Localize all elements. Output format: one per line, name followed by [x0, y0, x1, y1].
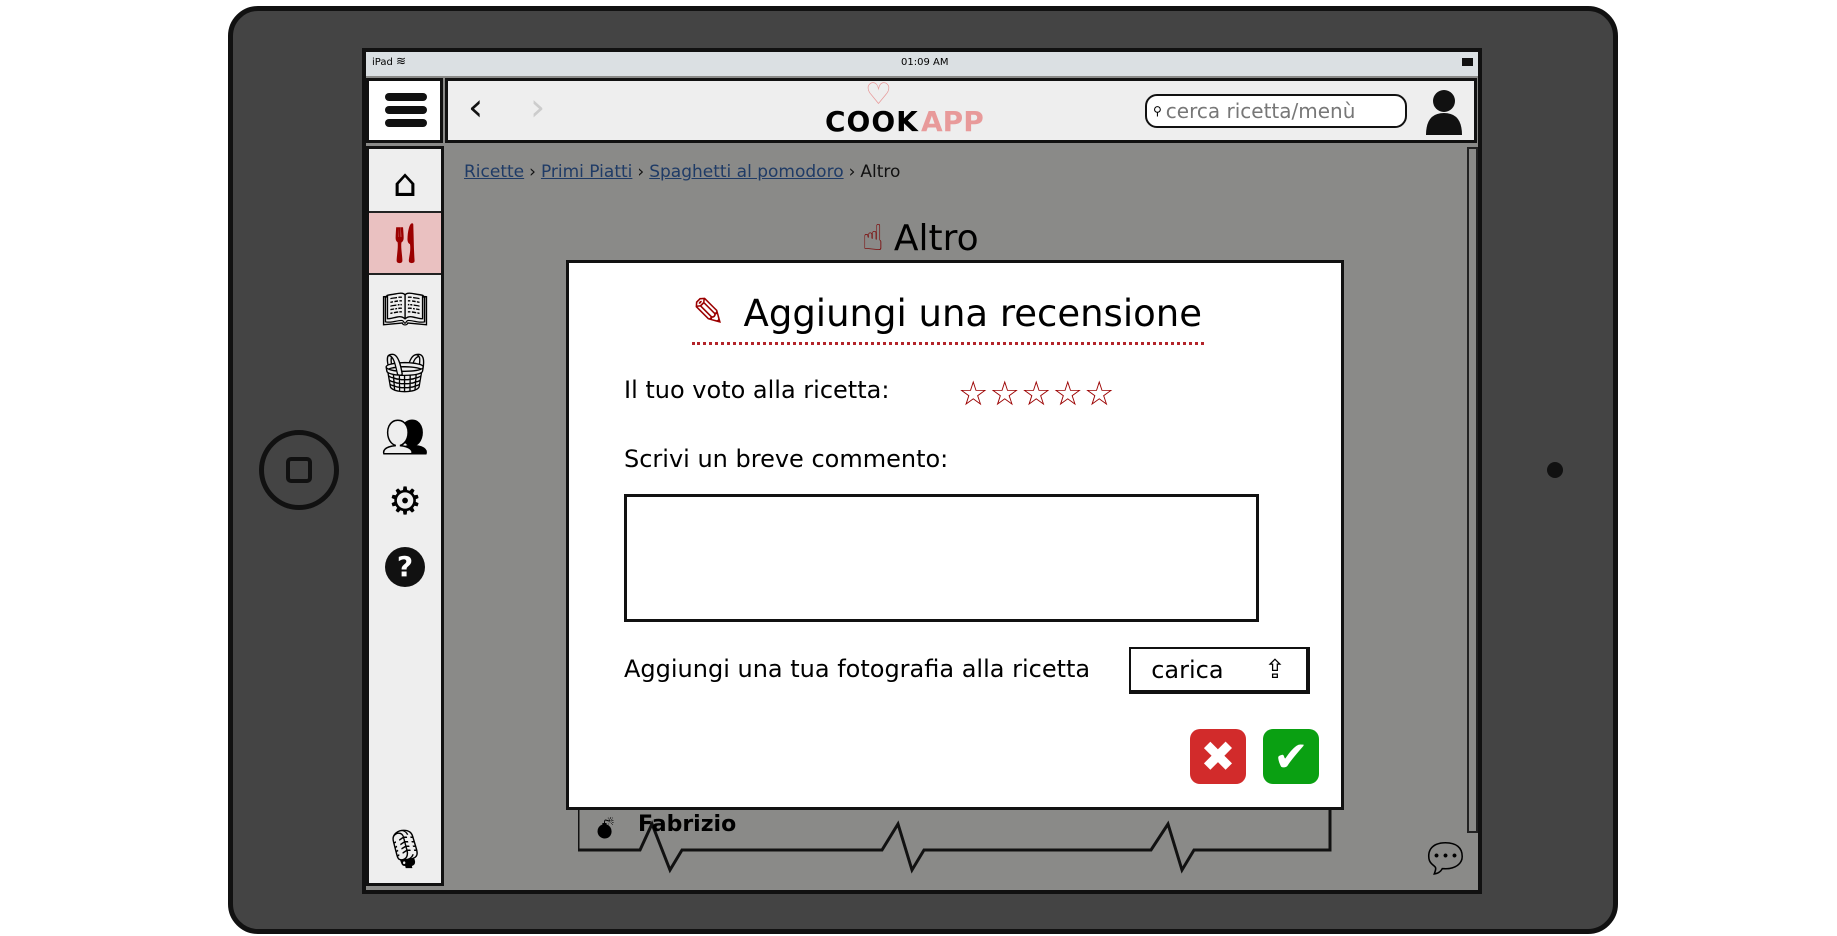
star-icon[interactable]: ☆ [958, 374, 988, 414]
page-title-text: Altro [893, 218, 979, 259]
dialog-title-text: Aggiungi una recensione [743, 291, 1202, 335]
cutlery-icon: 🍴︎ [380, 220, 430, 265]
sidebar-item-voice[interactable]: 🎙︎ [369, 817, 441, 881]
breadcrumb-sep: › [848, 162, 856, 182]
chat-icon[interactable]: 💬︎ [1420, 835, 1471, 882]
wifi-icon: ≋ [396, 54, 407, 68]
sidebar: ⌂ 🍴︎ 📖︎ 🧺︎ 👥︎ ⚙ ? 🎙︎ [366, 146, 444, 886]
breadcrumb-spaghetti[interactable]: Spaghetti al pomodoro [649, 162, 843, 182]
comment-label: Scrivi un breve commento: [624, 445, 949, 473]
close-icon: ✖ [1200, 732, 1236, 781]
hamburger-bar [385, 106, 427, 114]
star-icon[interactable]: ☆ [1084, 374, 1114, 414]
forward-button[interactable]: › [530, 85, 545, 129]
rating-label: Il tuo voto alla ricetta: [624, 376, 890, 404]
breadcrumb-primi-piatti[interactable]: Primi Piatti [541, 162, 632, 182]
group-icon: 👥︎ [380, 414, 430, 459]
breadcrumb-sep: › [637, 162, 645, 182]
sidebar-item-recipes[interactable]: 🍴︎ [369, 211, 441, 275]
logo-text-app: APP [921, 105, 984, 138]
upload-label: carica [1151, 655, 1224, 684]
battery-icon [1462, 58, 1473, 66]
star-icon[interactable]: ☆ [1021, 374, 1051, 414]
page-title: ☝︎ Altro [862, 218, 979, 259]
home-icon: ⌂ [392, 161, 418, 205]
logo-text-cook: COOK [825, 105, 919, 138]
bomb-avatar-icon: 💣︎ [596, 812, 615, 845]
sidebar-item-home[interactable]: ⌂ [369, 151, 441, 215]
star-icon[interactable]: ☆ [1052, 374, 1082, 414]
microphone-icon: 🎙︎ [380, 826, 430, 871]
dialog-title: ✎ Aggiungi una recensione [692, 290, 1212, 336]
check-icon: ✔ [1273, 732, 1309, 781]
breadcrumb-sep: › [529, 162, 536, 182]
top-bar: ‹ › ♡ COOK APP ⚲ cerca ricetta/menù [445, 75, 1477, 143]
sidebar-item-basket[interactable]: 🧺︎ [369, 341, 441, 405]
search-input[interactable]: ⚲ cerca ricetta/menù [1145, 94, 1407, 128]
device-label: iPad [372, 57, 393, 68]
star-icon[interactable]: ☆ [989, 374, 1019, 414]
basket-icon: 🧺︎ [380, 350, 430, 395]
back-button[interactable]: ‹ [468, 85, 483, 129]
edit-icon: ✎ [692, 290, 726, 336]
search-placeholder: cerca ricetta/menù [1165, 99, 1356, 123]
book-icon: 📖︎ [380, 286, 430, 331]
camera-dot [1547, 462, 1563, 478]
menu-button[interactable] [366, 78, 443, 143]
breadcrumb-ricette[interactable]: Ricette [464, 162, 524, 182]
sidebar-item-help[interactable]: ? [369, 535, 441, 599]
comment-author: Fabrizio [638, 812, 737, 837]
sidebar-item-book[interactable]: 📖︎ [369, 277, 441, 341]
status-bar: iPad ≋ 01:09 AM [366, 52, 1478, 76]
hamburger-icon [385, 93, 427, 101]
hamburger-bar [385, 119, 427, 127]
rating-stars[interactable]: ☆ ☆ ☆ ☆ ☆ [958, 374, 1114, 414]
sidebar-item-settings[interactable]: ⚙ [369, 469, 441, 533]
breadcrumb: Ricette › Primi Piatti › Spaghetti al pomodo… [464, 162, 900, 182]
title-divider [692, 342, 1204, 345]
photo-label: Aggiungi una tua fotografia alla ricetta [624, 655, 1091, 683]
user-icon[interactable] [1424, 89, 1464, 135]
comment-input[interactable] [624, 494, 1259, 622]
confirm-button[interactable]: ✔ [1263, 729, 1319, 784]
status-time: 01:09 AM [901, 57, 949, 68]
upload-icon: ⇪ [1263, 654, 1286, 685]
pointer-hand-icon: ☝︎ [862, 218, 884, 259]
breadcrumb-current: Altro [860, 162, 901, 182]
upload-button[interactable]: carica ⇪ [1129, 647, 1310, 694]
help-icon: ? [385, 547, 425, 587]
cancel-button[interactable]: ✖ [1190, 729, 1246, 784]
gear-icon: ⚙ [387, 479, 423, 523]
home-hardware-button[interactable] [259, 430, 339, 510]
sidebar-item-community[interactable]: 👥︎ [369, 405, 441, 469]
search-icon: ⚲ [1153, 104, 1162, 118]
logo[interactable]: ♡ COOK APP [813, 75, 993, 143]
scrollbar[interactable] [1467, 147, 1478, 833]
